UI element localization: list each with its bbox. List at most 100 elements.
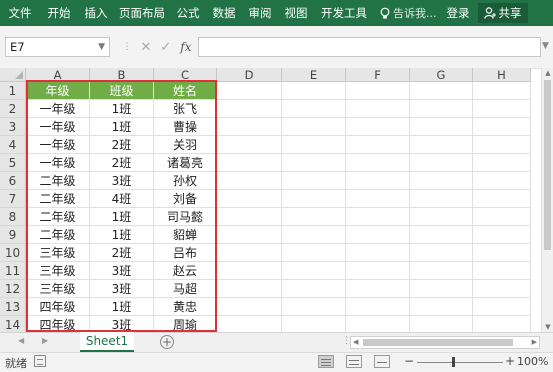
table-cell[interactable] xyxy=(346,172,410,190)
table-cell[interactable]: 二年级 xyxy=(26,226,90,244)
tab-home[interactable]: 开始 xyxy=(40,0,78,26)
table-cell[interactable]: 3班 xyxy=(90,262,154,280)
table-cell[interactable] xyxy=(410,208,473,226)
table-cell[interactable]: 黄忠 xyxy=(154,298,217,316)
tab-developer[interactable]: 开发工具 xyxy=(314,0,374,26)
scroll-down-icon[interactable]: ▼ xyxy=(543,323,553,331)
table-cell[interactable] xyxy=(346,190,410,208)
table-cell[interactable]: 司马懿 xyxy=(154,208,217,226)
table-cell[interactable]: 马超 xyxy=(154,280,217,298)
table-cell[interactable] xyxy=(473,208,531,226)
row-header[interactable]: 2 xyxy=(0,100,26,118)
chevron-down-icon[interactable]: ▼ xyxy=(98,38,105,56)
tell-me-search[interactable]: 告诉我... xyxy=(380,0,437,26)
select-all-corner[interactable] xyxy=(0,68,26,82)
tab-view[interactable]: 视图 xyxy=(278,0,314,26)
table-cell[interactable] xyxy=(282,154,346,172)
page-layout-view-icon[interactable] xyxy=(346,355,362,368)
formula-input[interactable] xyxy=(198,37,541,57)
column-header-h[interactable]: H xyxy=(473,68,531,82)
table-cell[interactable] xyxy=(217,136,282,154)
row-header[interactable]: 7 xyxy=(0,190,26,208)
vertical-scrollbar[interactable]: ▲ ▼ xyxy=(541,68,553,332)
table-cell[interactable]: 孙权 xyxy=(154,172,217,190)
scroll-right-icon[interactable]: ▶ xyxy=(532,338,537,346)
scroll-up-icon[interactable]: ▲ xyxy=(543,69,553,77)
table-cell[interactable]: 1班 xyxy=(90,100,154,118)
table-cell[interactable] xyxy=(217,190,282,208)
header-cell[interactable]: 姓名 xyxy=(154,82,217,100)
table-cell[interactable]: 关羽 xyxy=(154,136,217,154)
table-cell[interactable] xyxy=(217,100,282,118)
tab-page-layout[interactable]: 页面布局 xyxy=(114,0,170,26)
table-cell[interactable] xyxy=(346,136,410,154)
page-break-view-icon[interactable] xyxy=(374,355,390,368)
table-cell[interactable] xyxy=(410,154,473,172)
table-cell[interactable] xyxy=(473,190,531,208)
row-header[interactable]: 9 xyxy=(0,226,26,244)
table-cell[interactable]: 赵云 xyxy=(154,262,217,280)
table-cell[interactable] xyxy=(282,136,346,154)
expand-formula-icon[interactable]: ▼ xyxy=(542,41,549,51)
table-cell[interactable]: 3班 xyxy=(90,172,154,190)
table-cell[interactable] xyxy=(473,118,531,136)
table-cell[interactable] xyxy=(346,82,410,100)
table-cell[interactable] xyxy=(346,208,410,226)
table-cell[interactable]: 三年级 xyxy=(26,262,90,280)
name-box[interactable]: E7 ▼ xyxy=(5,37,110,57)
login-button[interactable]: 登录 xyxy=(447,5,470,21)
column-header-d[interactable]: D xyxy=(217,68,282,82)
table-cell[interactable] xyxy=(473,136,531,154)
add-sheet-icon[interactable]: + xyxy=(160,335,174,349)
column-header-g[interactable]: G xyxy=(410,68,473,82)
table-cell[interactable]: 二年级 xyxy=(26,208,90,226)
row-header[interactable]: 13 xyxy=(0,298,26,316)
table-cell[interactable] xyxy=(346,244,410,262)
table-cell[interactable] xyxy=(473,82,531,100)
table-cell[interactable] xyxy=(217,262,282,280)
table-cell[interactable]: 刘备 xyxy=(154,190,217,208)
row-header[interactable]: 4 xyxy=(0,136,26,154)
table-cell[interactable]: 二年级 xyxy=(26,190,90,208)
column-header-f[interactable]: F xyxy=(346,68,410,82)
table-cell[interactable]: 2班 xyxy=(90,244,154,262)
table-cell[interactable] xyxy=(217,226,282,244)
table-cell[interactable]: 2班 xyxy=(90,154,154,172)
sheet-tab-sheet1[interactable]: Sheet1 xyxy=(80,332,134,352)
header-cell[interactable]: 年级 xyxy=(26,82,90,100)
table-cell[interactable]: 一年级 xyxy=(26,136,90,154)
table-cell[interactable]: 三年级 xyxy=(26,244,90,262)
table-cell[interactable] xyxy=(473,226,531,244)
table-cell[interactable]: 1班 xyxy=(90,208,154,226)
confirm-icon[interactable]: ✓ xyxy=(160,40,171,55)
table-cell[interactable]: 一年级 xyxy=(26,100,90,118)
table-cell[interactable] xyxy=(217,82,282,100)
table-cell[interactable] xyxy=(346,298,410,316)
table-cell[interactable] xyxy=(410,280,473,298)
table-cell[interactable]: 一年级 xyxy=(26,118,90,136)
table-cell[interactable] xyxy=(473,298,531,316)
sheet-next-icon[interactable]: ▶ xyxy=(42,336,48,345)
table-cell[interactable]: 四年级 xyxy=(26,298,90,316)
row-header[interactable]: 12 xyxy=(0,280,26,298)
column-header-b[interactable]: B xyxy=(90,68,154,82)
table-cell[interactable] xyxy=(410,82,473,100)
column-header-c[interactable]: C xyxy=(154,68,217,82)
header-cell[interactable]: 班级 xyxy=(90,82,154,100)
table-cell[interactable]: 吕布 xyxy=(154,244,217,262)
table-cell[interactable] xyxy=(473,244,531,262)
table-cell[interactable]: 张飞 xyxy=(154,100,217,118)
table-cell[interactable] xyxy=(346,280,410,298)
sheet-prev-icon[interactable]: ◀ xyxy=(18,336,24,345)
table-cell[interactable]: 曹操 xyxy=(154,118,217,136)
table-cell[interactable]: 一年级 xyxy=(26,154,90,172)
table-cell[interactable] xyxy=(282,118,346,136)
cancel-icon[interactable]: ✕ xyxy=(140,40,151,55)
table-cell[interactable] xyxy=(346,226,410,244)
table-cell[interactable] xyxy=(410,298,473,316)
tab-formulas[interactable]: 公式 xyxy=(170,0,206,26)
table-cell[interactable] xyxy=(282,244,346,262)
table-cell[interactable] xyxy=(346,154,410,172)
table-cell[interactable] xyxy=(217,172,282,190)
table-cell[interactable] xyxy=(217,280,282,298)
